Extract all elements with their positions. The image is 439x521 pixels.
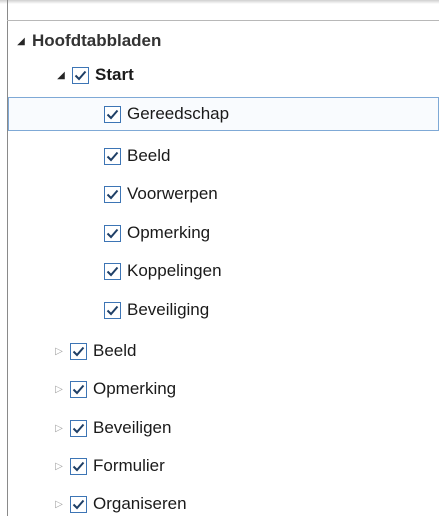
tree-node-label: Voorwerpen bbox=[127, 184, 218, 203]
expanded-triangle-icon[interactable]: ◢ bbox=[54, 68, 68, 82]
expanded-triangle-icon[interactable]: ◢ bbox=[14, 34, 28, 48]
collapsed-triangle-icon[interactable]: ▷ bbox=[52, 459, 66, 473]
tree-node-start-label: Start bbox=[95, 65, 134, 84]
checkbox-tab-organiseren[interactable] bbox=[70, 495, 87, 513]
checkmark-icon bbox=[106, 109, 119, 119]
tree-node-tab[interactable]: ▷ Formulier bbox=[8, 449, 439, 483]
checkbox-beveiliging[interactable] bbox=[104, 301, 121, 319]
checkbox-tab-formulier[interactable] bbox=[70, 457, 87, 475]
tree-node-root-label: Hoofdtabbladen bbox=[32, 31, 162, 50]
top-edge bbox=[0, 0, 439, 4]
checkmark-icon bbox=[106, 228, 119, 238]
checkbox-tab-beeld[interactable] bbox=[70, 342, 87, 360]
collapsed-triangle-icon[interactable]: ▷ bbox=[52, 421, 66, 435]
checkbox-tab-beveiligen[interactable] bbox=[70, 419, 87, 437]
checkmark-icon bbox=[72, 499, 85, 509]
tree-node-label: Beeld bbox=[93, 341, 137, 360]
checkmark-icon bbox=[72, 346, 85, 356]
checkmark-icon bbox=[106, 305, 119, 315]
collapsed-triangle-icon[interactable]: ▷ bbox=[52, 497, 66, 511]
checkbox-koppelingen[interactable] bbox=[104, 262, 121, 280]
checkbox-tab-opmerking[interactable] bbox=[70, 380, 87, 398]
checkmark-icon bbox=[106, 189, 119, 199]
checkbox-opmerking[interactable] bbox=[104, 224, 121, 242]
tree-node-label: Beveiliging bbox=[127, 300, 210, 319]
tree-node-label: Gereedschap bbox=[127, 104, 230, 123]
checkbox-beeld[interactable] bbox=[104, 147, 121, 165]
tree-node-start-child[interactable]: Gereedschap bbox=[8, 97, 439, 131]
checkmark-icon bbox=[72, 384, 85, 394]
checkmark-icon bbox=[72, 461, 85, 471]
tree-node-start-child[interactable]: Beveiliging bbox=[8, 293, 439, 327]
tree-node-start-child[interactable]: Voorwerpen bbox=[8, 177, 439, 211]
tree-node-root[interactable]: ◢ Hoofdtabbladen bbox=[8, 24, 439, 58]
ribbon-tabs-tree: ◢ Hoofdtabbladen ◢ Start Gereedschap Bee… bbox=[8, 21, 439, 516]
checkmark-icon bbox=[106, 266, 119, 276]
tree-node-start[interactable]: ◢ Start bbox=[8, 58, 439, 92]
tree-node-start-child[interactable]: Beeld bbox=[8, 139, 439, 173]
tree-node-label: Koppelingen bbox=[127, 261, 222, 280]
tree-node-label: Beeld bbox=[127, 146, 171, 165]
tree-node-tab[interactable]: ▷ Opmerking bbox=[8, 372, 439, 406]
checkmark-icon bbox=[72, 423, 85, 433]
tree-node-label: Formulier bbox=[93, 456, 165, 475]
tree-node-tab[interactable]: ▷ Beveiligen bbox=[8, 411, 439, 445]
tree-node-label: Beveiligen bbox=[93, 418, 172, 437]
checkbox-start[interactable] bbox=[72, 66, 89, 84]
tree-node-label: Opmerking bbox=[127, 223, 211, 242]
checkbox-voorwerpen[interactable] bbox=[104, 185, 121, 203]
checkmark-icon bbox=[74, 70, 87, 80]
tree-node-label: Organiseren bbox=[93, 494, 187, 513]
tree-node-label: Opmerking bbox=[93, 379, 177, 398]
checkbox-gereedschap[interactable] bbox=[104, 105, 121, 123]
tree-node-tab[interactable]: ▷ Beeld bbox=[8, 334, 439, 368]
tree-node-start-child[interactable]: Koppelingen bbox=[8, 254, 439, 288]
tree-node-start-child[interactable]: Opmerking bbox=[8, 216, 439, 250]
checkmark-icon bbox=[106, 151, 119, 161]
collapsed-triangle-icon[interactable]: ▷ bbox=[52, 344, 66, 358]
collapsed-triangle-icon[interactable]: ▷ bbox=[52, 382, 66, 396]
